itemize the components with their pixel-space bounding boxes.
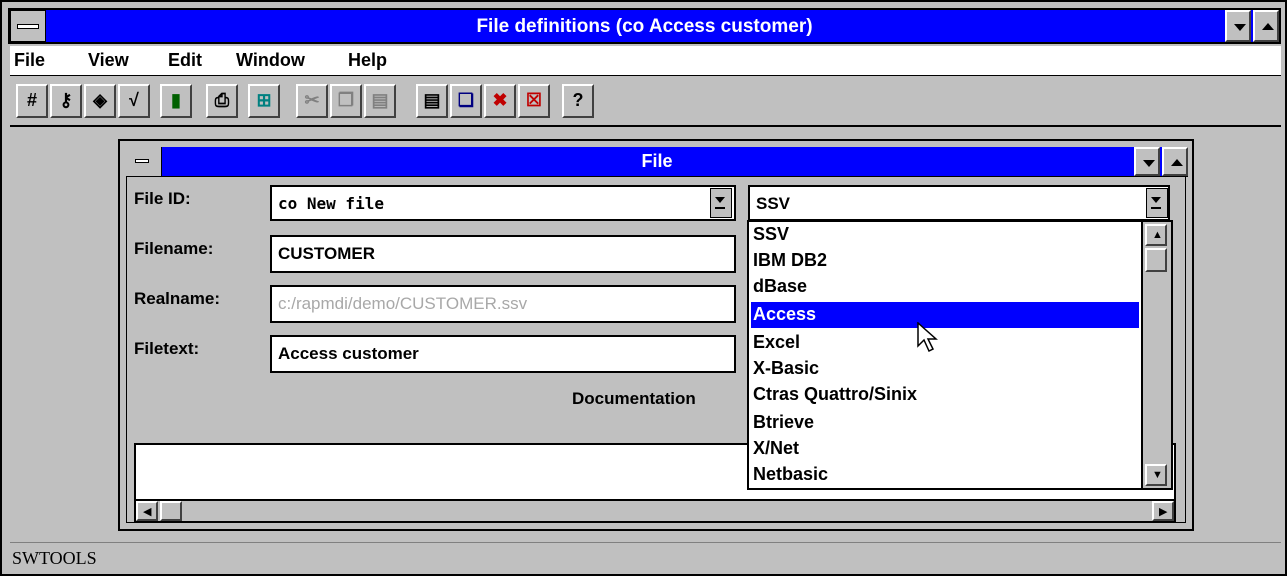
maximize-icon [1262,23,1274,30]
toolbar: # ⚷ ◈ √ ▮ ⎙ ⊞ ✂ ❐ ▤ ▤ ❏ ✖ ☒ ? [10,77,1281,127]
status-bar: SWTOOLS [10,542,1281,572]
title-bar[interactable]: File definitions (co Access customer) [8,8,1281,44]
minimize-button[interactable] [1225,10,1251,42]
arrow-down-icon: ▼ [1152,469,1163,481]
chevron-down-icon [1151,197,1161,203]
file-type-dropdown-list[interactable]: SSV IBM DB2 dBase Access Excel X-Basic C… [747,220,1173,490]
mouse-pointer-icon [917,322,938,353]
scroll-right-button[interactable]: ▶ [1152,501,1174,521]
arrow-left-icon: ◀ [143,506,152,518]
documentation-label: Documentation [572,389,696,408]
menu-help[interactable]: Help [348,50,387,71]
toolbar-button-print[interactable]: ⎙ [206,84,238,118]
menu-view[interactable]: View [88,50,129,71]
menu-window[interactable]: Window [236,50,305,71]
toolbar-button-help[interactable]: ? [562,84,594,118]
eraser-icon: ◈ [93,90,107,110]
option-ctras-quattro-sinix[interactable]: Ctras Quattro/Sinix [751,382,1139,408]
option-ibm-db2[interactable]: IBM DB2 [751,248,1139,274]
paste-icon: ▤ [371,90,389,110]
check-icon: √ [129,90,139,110]
scroll-up-button[interactable]: ▲ [1145,224,1167,246]
print-icon: ⎙ [214,90,230,110]
maximize-button[interactable] [1253,10,1279,42]
file-id-dropdown-button[interactable] [710,188,732,218]
filetext-label: Filetext: [134,339,200,358]
toolbar-button-check[interactable]: √ [118,84,150,118]
horizontal-scrollbar[interactable]: ◀ ▶ [134,499,1176,523]
child-minimize-button[interactable] [1134,147,1160,176]
arrow-right-icon: ▶ [1159,506,1168,518]
file-id-label: File ID: [134,189,191,208]
help-icon: ? [572,90,584,110]
minimize-icon [1143,160,1155,167]
toolbar-button-copy[interactable]: ❐ [330,84,362,118]
menu-bar: File View Edit Window Help [10,46,1281,76]
toolbar-button-cascade[interactable]: ❏ [450,84,482,118]
option-netbasic[interactable]: Netbasic [751,462,1139,488]
filename-label: Filename: [134,239,214,258]
option-excel[interactable]: Excel [751,330,1139,356]
realname-field: c:/rapmdi/demo/CUSTOMER.ssv [270,285,736,323]
toolbar-button-hash[interactable]: # [16,84,48,118]
toolbar-button-key[interactable]: ⚷ [50,84,82,118]
toolbar-button-hierarchy[interactable]: ⊞ [248,84,280,118]
dropdown-vertical-scrollbar[interactable]: ▲ ▼ [1141,222,1171,488]
arrow-up-icon: ▲ [1152,229,1163,241]
tile-icon: ▤ [423,90,441,110]
window-title: File definitions (co Access customer) [476,16,813,37]
trash-icon: ▮ [171,90,181,110]
filetext-field[interactable]: Access customer [270,335,736,373]
scroll-down-button[interactable]: ▼ [1145,464,1167,486]
file-id-combo[interactable]: co New file [270,185,736,221]
chevron-down-icon [715,197,725,203]
realname-label: Realname: [134,289,220,308]
toolbar-button-cut[interactable]: ✂ [296,84,328,118]
child-window-title: File [641,151,673,171]
hierarchy-icon: ⊞ [256,90,272,110]
cut-icon: ✂ [304,90,320,110]
maximize-icon [1171,159,1183,166]
option-x-basic[interactable]: X-Basic [751,356,1139,382]
hash-icon: # [26,90,37,110]
status-text: SWTOOLS [12,548,97,568]
file-type-combo[interactable]: SSV [748,185,1170,221]
menu-edit[interactable]: Edit [168,50,202,71]
toolbar-button-tile[interactable]: ▤ [416,84,448,118]
close-windows-icon: ✖ [492,90,508,110]
child-title-bar[interactable]: File [126,147,1188,177]
file-type-dropdown-button[interactable] [1146,188,1168,218]
option-access[interactable]: Access [751,302,1139,328]
key-icon: ⚷ [59,90,73,110]
scroll-thumb[interactable] [1145,248,1167,272]
toolbar-button-eraser[interactable]: ◈ [84,84,116,118]
menu-file[interactable]: File [14,50,45,71]
option-ssv[interactable]: SSV [751,222,1139,248]
toolbar-button-delete[interactable]: ▮ [160,84,192,118]
option-btrieve[interactable]: Btrieve [751,410,1139,436]
option-dbase[interactable]: dBase [751,274,1139,300]
toolbar-button-paste[interactable]: ▤ [364,84,396,118]
main-window: File definitions (co Access customer) Fi… [0,0,1287,576]
scroll-left-button[interactable]: ◀ [136,501,158,521]
copy-icon: ❐ [337,90,355,110]
filename-field[interactable]: CUSTOMER [270,235,736,273]
toolbar-button-close-windows[interactable]: ✖ [484,84,516,118]
cascade-icon: ❏ [457,90,475,110]
close-all-icon: ☒ [525,90,543,110]
child-maximize-button[interactable] [1162,147,1188,176]
toolbar-button-close-all[interactable]: ☒ [518,84,550,118]
scroll-thumb[interactable] [160,501,182,521]
option-x-net[interactable]: X/Net [751,436,1139,462]
minimize-icon [1234,24,1246,31]
